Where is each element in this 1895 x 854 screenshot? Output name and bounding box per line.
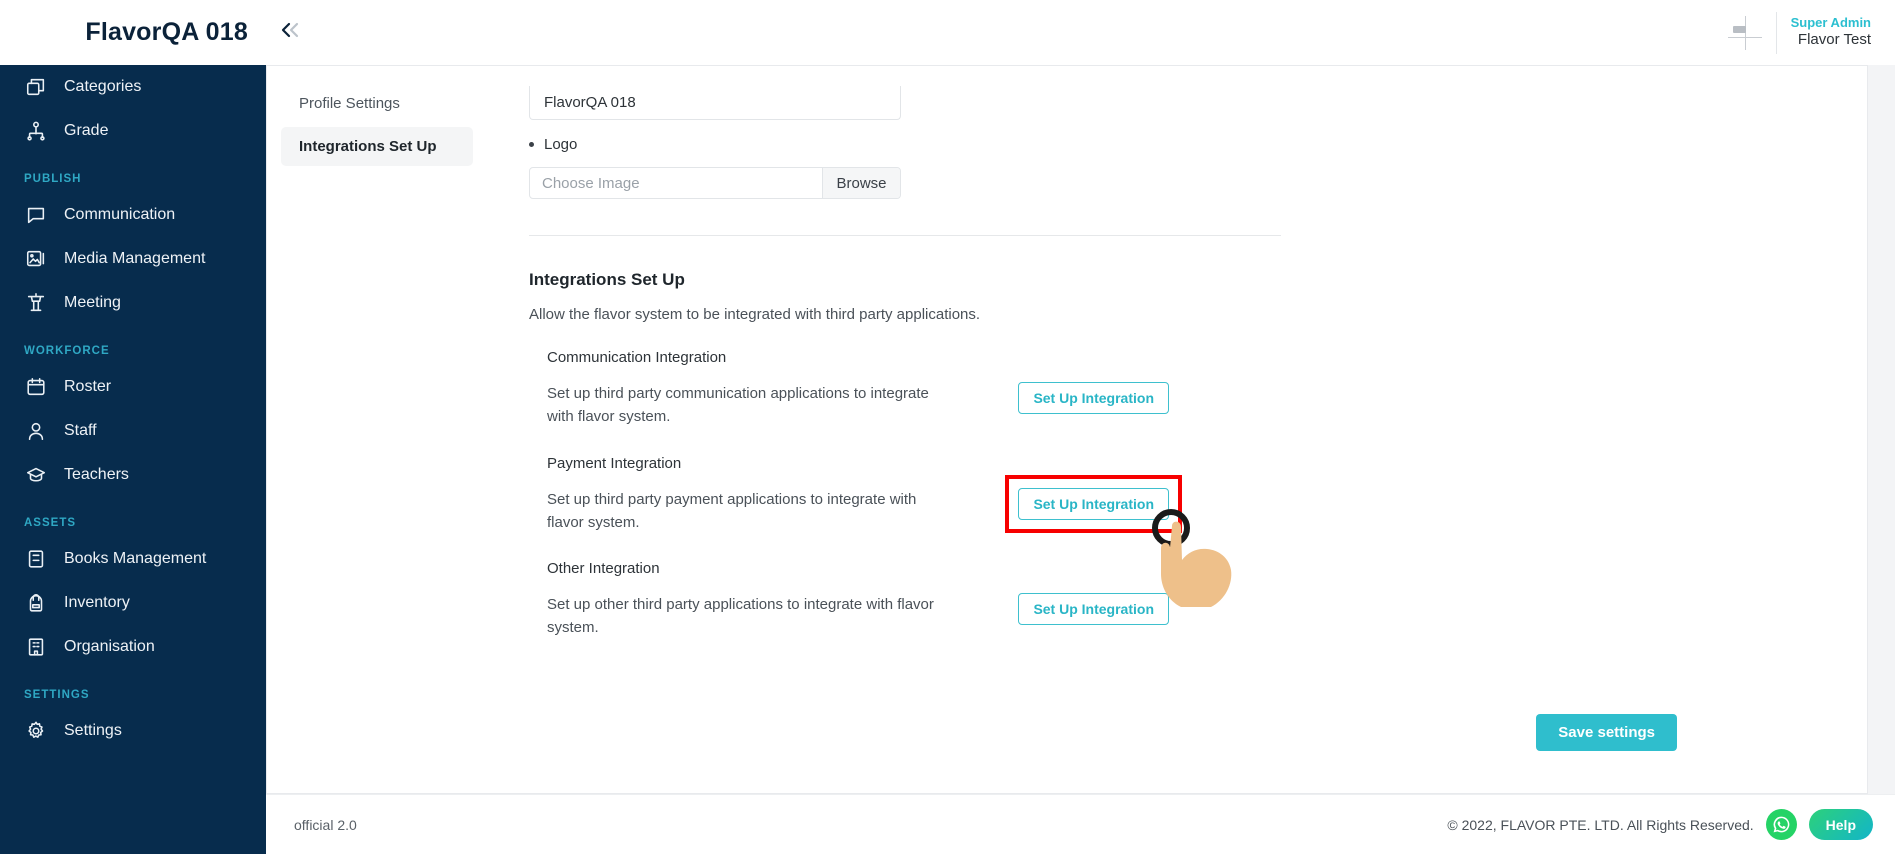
settings-card: Profile Settings Integrations Set Up Flav… — [266, 65, 1868, 794]
sidebar-item-books-management[interactable]: Books Management — [0, 537, 266, 581]
sidebar-item-label: Grade — [64, 122, 109, 139]
integration-row: Set up third party communication applica… — [547, 382, 1169, 429]
image-icon — [24, 247, 48, 271]
sidebar-section-settings: SETTINGS — [24, 689, 90, 701]
hierarchy-icon — [24, 119, 48, 143]
calendar-icon — [24, 375, 48, 399]
app-root: FlavorQA 018 Super Admin Flavor Test Cat… — [0, 0, 1895, 854]
sidebar-item-inventory[interactable]: Inventory — [0, 581, 266, 625]
settings-content: FlavorQA 018 Logo Choose Image Browse In… — [487, 66, 1867, 793]
integration-name: Communication Integration — [547, 349, 727, 366]
user-role: Super Admin — [1790, 15, 1871, 30]
logo-file-name: Choose Image — [542, 174, 640, 192]
sidebar-item-roster[interactable]: Roster — [0, 365, 266, 409]
sidebar-item-media-management[interactable]: Media Management — [0, 237, 266, 281]
integration-block: Communication Integration Set up third pa… — [547, 349, 1169, 429]
sidebar-item-grade[interactable]: Grade — [0, 109, 266, 153]
bullet-icon — [529, 142, 534, 147]
sidebar-item-label: Staff — [64, 422, 97, 439]
subnav-item-integrations-set-up[interactable]: Integrations Set Up — [281, 127, 473, 166]
save-settings-button[interactable]: Save settings — [1536, 714, 1677, 751]
copyright-text: © 2022, FLAVOR PTE. LTD. All Rights Rese… — [1447, 816, 1754, 833]
podium-icon — [24, 291, 48, 315]
chevron-double-left-icon — [279, 20, 303, 45]
footer-right: © 2022, FLAVOR PTE. LTD. All Rights Rese… — [1447, 809, 1873, 840]
sidebar-item-label: Media Management — [64, 250, 206, 267]
integration-description: Set up third party payment applications … — [547, 490, 917, 531]
integration-block: Payment Integration Set up third party pa… — [547, 455, 1169, 535]
logo-field-label-row: Logo — [515, 136, 1867, 153]
sidebar-collapse-button[interactable] — [270, 12, 312, 54]
integrations-title: Integrations Set Up — [529, 270, 685, 289]
sidebar-item-meeting[interactable]: Meeting — [0, 281, 266, 325]
book-icon — [24, 547, 48, 571]
user-menu[interactable]: Super Admin Flavor Test — [1727, 11, 1895, 54]
sidebar-item-label: Inventory — [64, 594, 130, 611]
sidebar-item-staff[interactable]: Staff — [0, 409, 266, 453]
top-bar: FlavorQA 018 Super Admin Flavor Test — [0, 0, 1895, 65]
avatar — [1727, 15, 1762, 50]
integration-name: Other Integration — [547, 560, 660, 577]
sidebar: Categories Grade PUBLISH Communication Media… — [0, 65, 266, 854]
integration-row: Set up other third party applications to… — [547, 593, 1169, 640]
app-version: official 2.0 — [294, 816, 357, 833]
backpack-icon — [24, 591, 48, 615]
section-divider — [529, 235, 1281, 236]
integration-description: Set up third party communication applica… — [547, 385, 929, 426]
user-meta: Super Admin Flavor Test — [1791, 15, 1871, 50]
integration-row: Set up third party payment applications … — [547, 487, 1169, 535]
sidebar-item-label: Organisation — [64, 638, 155, 655]
integrations-description: Allow the flavor system to be integrated… — [529, 306, 981, 323]
profile-form-partial: FlavorQA 018 Logo Choose Image Browse In… — [487, 66, 1867, 640]
user-name: Flavor Test — [1797, 31, 1871, 49]
browse-button[interactable]: Browse — [822, 168, 900, 198]
broken-image-avatar-icon — [1732, 25, 1746, 33]
sidebar-item-label: Meeting — [64, 294, 121, 311]
sidebar-section-workforce: WORKFORCE — [24, 345, 110, 357]
integration-block: Other Integration Set up other third part… — [547, 560, 1169, 640]
sidebar-section-publish: PUBLISH — [24, 173, 82, 185]
sidebar-item-label: Teachers — [64, 466, 129, 483]
person-icon — [24, 419, 48, 443]
main-area: Profile Settings Integrations Set Up Flav… — [266, 65, 1895, 854]
set-up-integration-button[interactable]: Set Up Integration — [1018, 593, 1169, 625]
sidebar-item-categories[interactable]: Categories — [0, 65, 266, 109]
save-settings-area: Save settings — [1536, 714, 1677, 751]
divider — [1775, 11, 1777, 54]
sidebar-item-label: Categories — [64, 78, 142, 95]
sidebar-item-label: Books Management — [64, 550, 207, 567]
graduation-cap-icon — [24, 463, 48, 487]
page-title: FlavorQA 018 — [85, 18, 248, 46]
organisation-name-input[interactable]: FlavorQA 018 — [529, 86, 901, 120]
help-button[interactable]: Help — [1808, 809, 1873, 840]
sidebar-item-communication[interactable]: Communication — [0, 193, 266, 237]
set-up-integration-button[interactable]: Set Up Integration — [1018, 382, 1169, 414]
whatsapp-icon[interactable] — [1765, 809, 1797, 840]
settings-subnav: Profile Settings Integrations Set Up — [267, 66, 487, 793]
layers-icon — [24, 75, 48, 99]
sidebar-item-label: Roster — [64, 378, 112, 395]
sidebar-item-teachers[interactable]: Teachers — [0, 453, 266, 497]
sidebar-section-assets: ASSETS — [24, 517, 77, 529]
logo-label: Logo — [544, 136, 578, 153]
brand-area: FlavorQA 018 — [0, 0, 266, 65]
sidebar-item-label: Settings — [64, 722, 122, 739]
footer: official 2.0 © 2022, FLAVOR PTE. LTD. Al… — [266, 794, 1895, 854]
logo-file-picker[interactable]: Choose Image Browse — [529, 167, 901, 199]
chat-bubble-icon — [24, 203, 48, 227]
sidebar-item-settings[interactable]: Settings — [0, 709, 266, 753]
sidebar-item-label: Communication — [64, 206, 176, 223]
integration-description: Set up other third party applications to… — [547, 596, 934, 637]
sidebar-item-organisation[interactable]: Organisation — [0, 625, 266, 669]
building-icon — [24, 635, 48, 659]
integration-name: Payment Integration — [547, 454, 682, 472]
gear-icon — [24, 719, 48, 743]
integrations-list: Communication Integration Set up third pa… — [529, 349, 1867, 640]
set-up-integration-button[interactable]: Set Up Integration — [1018, 487, 1169, 520]
subnav-item-profile-settings[interactable]: Profile Settings — [281, 84, 473, 123]
